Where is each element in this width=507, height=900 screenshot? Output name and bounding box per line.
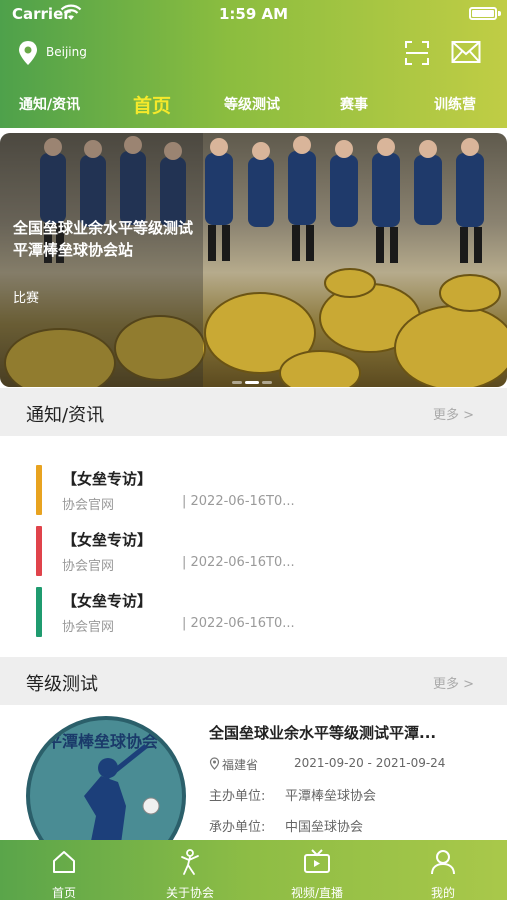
bottom-tab-home[interactable]: 首页 — [14, 840, 114, 900]
news-item-source: 协会官网 — [62, 498, 115, 513]
home-icon — [53, 851, 75, 873]
banner-tag: 比赛 — [13, 291, 40, 306]
news-item-title: 【女垒专访】 — [62, 470, 153, 488]
event-location: 福建省 — [222, 758, 259, 772]
organizer-value: 平潭棒垒球协会 — [285, 789, 377, 804]
bottom-tab-mine[interactable]: 我的 — [393, 840, 493, 900]
battery-tip — [498, 11, 501, 16]
news-item[interactable]: 【女垒专访】 协会官网 | 2022-06-16T0... — [36, 587, 476, 637]
player-icon — [181, 849, 199, 875]
news-more-link[interactable]: 更多 > — [433, 404, 474, 423]
event-dates: 2021-09-20 - 2021-09-24 — [294, 756, 446, 770]
bottom-tab-label: 关于协会 — [165, 886, 214, 900]
tab-grade-test[interactable]: 等级测试 — [224, 94, 280, 114]
carousel-dot — [232, 381, 242, 384]
banner-title[interactable]: 全国垒球业余水平等级测试平潭棒垒球协会站 — [13, 217, 198, 261]
banner-carousel[interactable]: 全国垒球业余水平等级测试平潭棒垒球协会站 比赛 — [0, 133, 507, 387]
person-icon — [431, 850, 455, 875]
scan-icon[interactable] — [404, 40, 430, 66]
news-section-header: 通知/资讯 更多 > — [0, 388, 507, 436]
news-item-date: | 2022-06-16T0... — [182, 494, 295, 509]
organizer-label: 主办单位: — [209, 789, 266, 804]
location-pin-icon[interactable] — [17, 40, 39, 66]
tv-icon — [304, 849, 330, 873]
tab-home[interactable]: 首页 — [133, 91, 171, 118]
news-item-accent — [36, 465, 42, 515]
event-organizer-row: 主办单位: 平潭棒垒球协会 — [209, 785, 376, 804]
grade-more-link[interactable]: 更多 > — [433, 673, 474, 692]
event-host-row: 承办单位: 中国垒球协会 — [209, 816, 363, 835]
tab-events[interactable]: 赛事 — [340, 94, 368, 114]
bottom-tab-about[interactable]: 关于协会 — [140, 840, 240, 900]
status-bar: Carrier 1:59 AM — [0, 0, 507, 30]
host-label: 承办单位: — [209, 820, 266, 835]
news-section-title: 通知/资讯 — [26, 405, 105, 426]
bottom-tab-label: 首页 — [51, 886, 76, 900]
mail-icon[interactable] — [451, 40, 481, 64]
location-label[interactable]: Beijing — [46, 45, 87, 59]
host-value: 中国垒球协会 — [285, 820, 364, 835]
header: Carrier 1:59 AM Beijing 通知/资讯 首页 等级测试 赛事… — [0, 0, 507, 128]
location-pin-icon — [209, 757, 220, 770]
event-title[interactable]: 全国垒球业余水平等级测试平潭... — [209, 722, 436, 743]
news-item-title: 【女垒专访】 — [62, 531, 153, 549]
news-item-source: 协会官网 — [62, 559, 115, 574]
tab-news[interactable]: 通知/资讯 — [19, 94, 80, 114]
news-item-accent — [36, 587, 42, 637]
clock: 1:59 AM — [218, 5, 289, 23]
news-item-date: | 2022-06-16T0... — [182, 555, 295, 570]
news-item[interactable]: 【女垒专访】 协会官网 | 2022-06-16T0... — [36, 526, 476, 576]
news-item[interactable]: 【女垒专访】 协会官网 | 2022-06-16T0... — [36, 465, 476, 515]
carousel-dot-active — [245, 381, 259, 384]
top-nav: 通知/资讯 首页 等级测试 赛事 训练营 — [0, 88, 507, 122]
carousel-dots — [232, 369, 275, 387]
news-item-source: 协会官网 — [62, 620, 115, 635]
bottom-tab-label: 视频/直播 — [290, 886, 344, 900]
grade-section-header: 等级测试 更多 > — [0, 657, 507, 705]
news-item-title: 【女垒专访】 — [62, 592, 153, 610]
carousel-dot — [262, 381, 272, 384]
bottom-tab-video[interactable]: 视频/直播 — [267, 840, 367, 900]
news-item-accent — [36, 526, 42, 576]
grade-section-title: 等级测试 — [26, 674, 98, 695]
bottom-tab-bar: 首页 关于协会 视频/直播 我的 — [0, 840, 507, 900]
news-item-date: | 2022-06-16T0... — [182, 616, 295, 631]
tab-training-camp[interactable]: 训练营 — [434, 94, 476, 114]
bottom-tab-label: 我的 — [430, 886, 455, 900]
battery-icon — [469, 7, 497, 20]
